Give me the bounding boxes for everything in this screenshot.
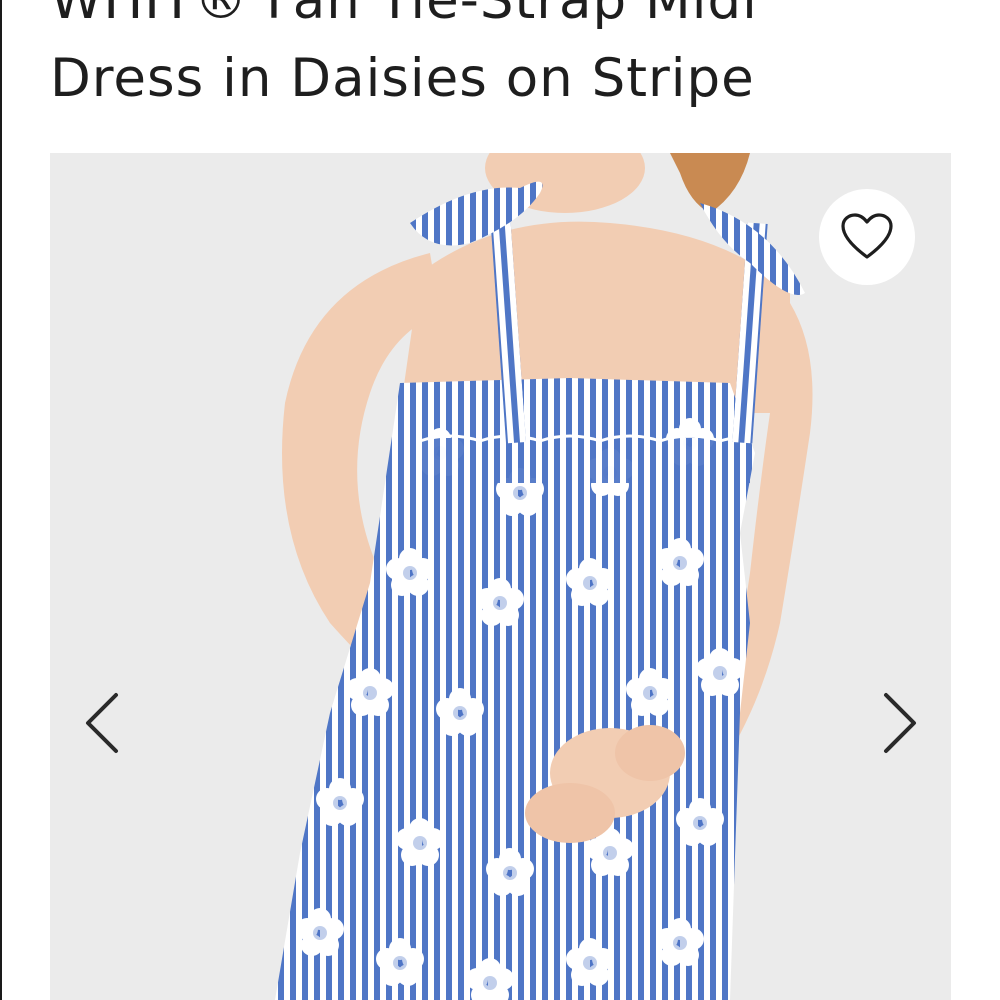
product-image-gallery[interactable] <box>50 153 951 1000</box>
previous-image-button[interactable] <box>72 683 132 763</box>
product-photo <box>50 153 951 1000</box>
product-page: WHIT® Fan Tie-Strap Midi Dress in Daisie… <box>0 0 1000 1000</box>
next-image-button[interactable] <box>870 683 930 763</box>
product-title-line-2: Dress in Daisies on Stripe <box>50 48 755 109</box>
product-title: WHIT® Fan Tie-Strap Midi Dress in Daisie… <box>50 0 950 118</box>
heart-icon <box>841 213 893 259</box>
chevron-right-icon <box>884 693 916 753</box>
left-divider <box>0 0 2 1000</box>
chevron-left-icon <box>86 693 118 753</box>
product-title-line-1: WHIT® Fan Tie-Strap Midi <box>50 0 758 31</box>
favorite-button[interactable] <box>819 189 915 285</box>
